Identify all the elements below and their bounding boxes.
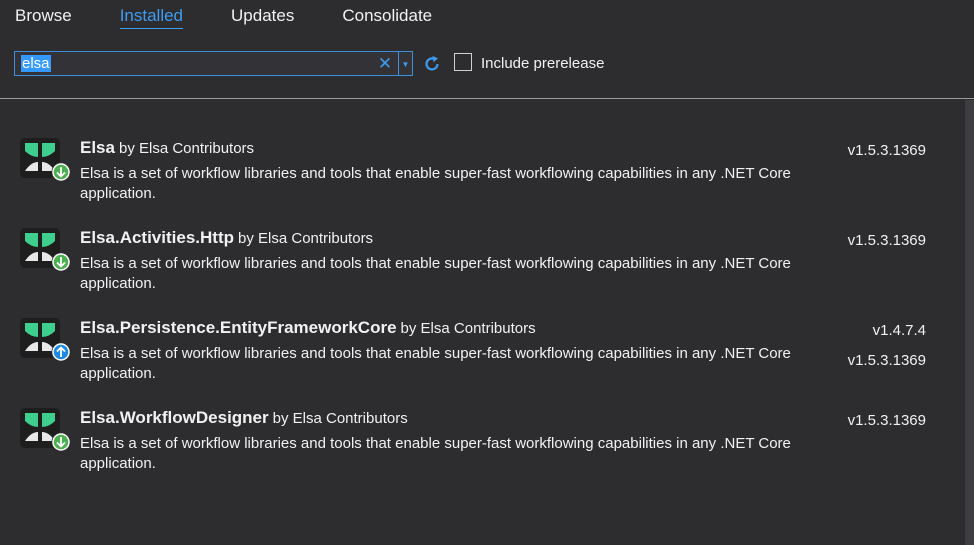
package-version: v1.5.3.1369 <box>847 412 926 429</box>
package-latest-version: v1.5.3.1369 <box>847 352 926 369</box>
search-input[interactable]: elsa <box>21 55 51 72</box>
package-name: Elsa <box>80 138 115 157</box>
include-prerelease-label: Include prerelease <box>481 55 605 72</box>
package-title: Elsa.WorkflowDesigner by Elsa Contributor… <box>80 408 408 429</box>
package-title: Elsa.Persistence.EntityFrameworkCore by E… <box>80 318 536 339</box>
package-version: v1.5.3.1369 <box>847 232 926 249</box>
refresh-icon[interactable] <box>422 54 442 74</box>
chevron-down-icon[interactable]: ▼ <box>399 52 412 75</box>
package-title: Elsa by Elsa Contributors <box>80 138 254 159</box>
elsa-logo-icon <box>20 228 71 272</box>
package-name: Elsa.Activities.Http <box>80 228 234 247</box>
package-author: by Elsa Contributors <box>400 320 536 337</box>
close-icon[interactable]: ✕ <box>376 52 394 75</box>
package-description: Elsa is a set of workflow libraries and … <box>80 345 791 382</box>
elsa-logo-icon <box>20 138 71 182</box>
package-description: Elsa is a set of workflow libraries and … <box>80 255 791 292</box>
package-row[interactable]: Elsa.Activities.Http by Elsa Contributors… <box>0 228 960 316</box>
package-row[interactable]: Elsa by Elsa Contributors Elsa is a set o… <box>0 138 960 226</box>
include-prerelease-checkbox[interactable] <box>454 53 472 71</box>
elsa-logo-icon <box>20 408 71 452</box>
package-description: Elsa is a set of workflow libraries and … <box>80 435 791 472</box>
search-box[interactable]: elsa ✕ ▼ <box>14 51 413 76</box>
tab-updates[interactable]: Updates <box>231 6 294 29</box>
package-version: v1.5.3.1369 <box>847 142 926 159</box>
package-author: by Elsa Contributors <box>272 410 408 427</box>
package-title: Elsa.Activities.Http by Elsa Contributors <box>80 228 373 249</box>
divider <box>0 98 974 99</box>
tab-installed[interactable]: Installed <box>119 6 184 29</box>
package-name: Elsa.Persistence.EntityFrameworkCore <box>80 318 397 337</box>
tab-browse[interactable]: Browse <box>15 6 72 29</box>
package-author: by Elsa Contributors <box>238 230 374 247</box>
vertical-scrollbar[interactable] <box>965 100 974 545</box>
package-name: Elsa.WorkflowDesigner <box>80 408 269 427</box>
package-author: by Elsa Contributors <box>118 140 255 157</box>
tab-bar: Browse Installed Updates Consolidate <box>15 6 480 29</box>
tab-consolidate[interactable]: Consolidate <box>342 6 432 29</box>
package-row[interactable]: Elsa.Persistence.EntityFrameworkCore by E… <box>0 318 960 406</box>
package-description: Elsa is a set of workflow libraries and … <box>80 165 791 202</box>
package-row[interactable]: Elsa.WorkflowDesigner by Elsa Contributor… <box>0 408 960 496</box>
elsa-logo-icon <box>20 318 71 362</box>
package-installed-version: v1.4.7.4 <box>872 322 926 339</box>
